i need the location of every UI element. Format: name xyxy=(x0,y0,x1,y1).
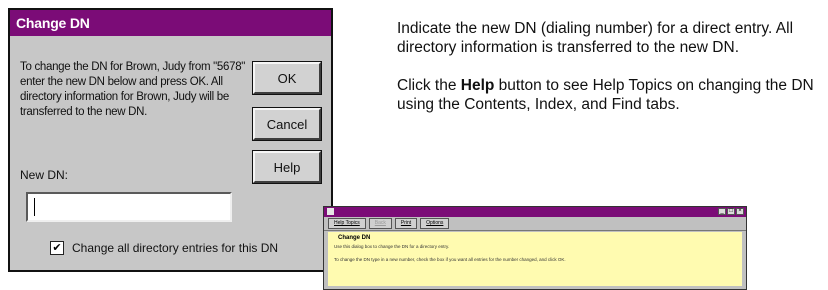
instructions-panel: Indicate the new DN (dialing number) for… xyxy=(397,19,817,114)
help-topics-button[interactable]: Help Topics xyxy=(328,218,366,229)
cancel-button[interactable]: Cancel xyxy=(252,107,322,141)
ok-button[interactable]: OK xyxy=(252,61,322,95)
help-heading: Change DN xyxy=(338,235,371,241)
instruction-help-word: Help xyxy=(460,77,495,94)
back-button[interactable]: Back xyxy=(368,218,392,229)
dialog-title: Change DN xyxy=(10,10,331,36)
print-button[interactable]: Print xyxy=(394,218,418,229)
help-text-line-1: Use this dialog box to change the DN for… xyxy=(334,244,450,249)
instruction-paragraph-2: Click the Help button to see Help Topics… xyxy=(397,76,817,114)
change-all-entries-checkbox[interactable]: ✔ xyxy=(50,241,64,255)
window-controls: _ □ × xyxy=(718,208,744,215)
instruction-paragraph-1: Indicate the new DN (dialing number) for… xyxy=(397,20,794,56)
help-app-icon xyxy=(327,208,334,215)
change-all-entries-label: Change all directory entries for this DN xyxy=(72,241,279,255)
help-window-titlebar: _ □ × xyxy=(324,207,746,217)
instruction-p2-before: Click the xyxy=(397,77,461,94)
help-button[interactable]: Help xyxy=(252,150,322,184)
minimize-icon[interactable]: _ xyxy=(718,208,726,215)
new-dn-input[interactable] xyxy=(26,192,232,222)
dialog-message: To change the DN for Brown, Judy from "5… xyxy=(20,61,246,118)
text-caret xyxy=(34,198,35,216)
close-icon[interactable]: × xyxy=(736,208,744,215)
help-toolbar: Help Topics Back Print Options xyxy=(324,217,746,231)
change-dn-dialog: Change DN To change the DN for Brown, Ju… xyxy=(8,8,333,272)
new-dn-label: New DN: xyxy=(20,168,69,182)
options-button[interactable]: Options xyxy=(420,218,450,229)
help-content: Change DN Use this dialog box to change … xyxy=(328,232,742,286)
dialog-body: To change the DN for Brown, Judy from "5… xyxy=(10,36,331,270)
maximize-icon[interactable]: □ xyxy=(727,208,735,215)
help-text-line-2: To change the DN type in a new number, c… xyxy=(334,257,566,262)
help-window: _ □ × Help Topics Back Print Options Cha… xyxy=(323,206,747,290)
change-all-entries-row[interactable]: ✔ Change all directory entries for this … xyxy=(50,241,278,255)
